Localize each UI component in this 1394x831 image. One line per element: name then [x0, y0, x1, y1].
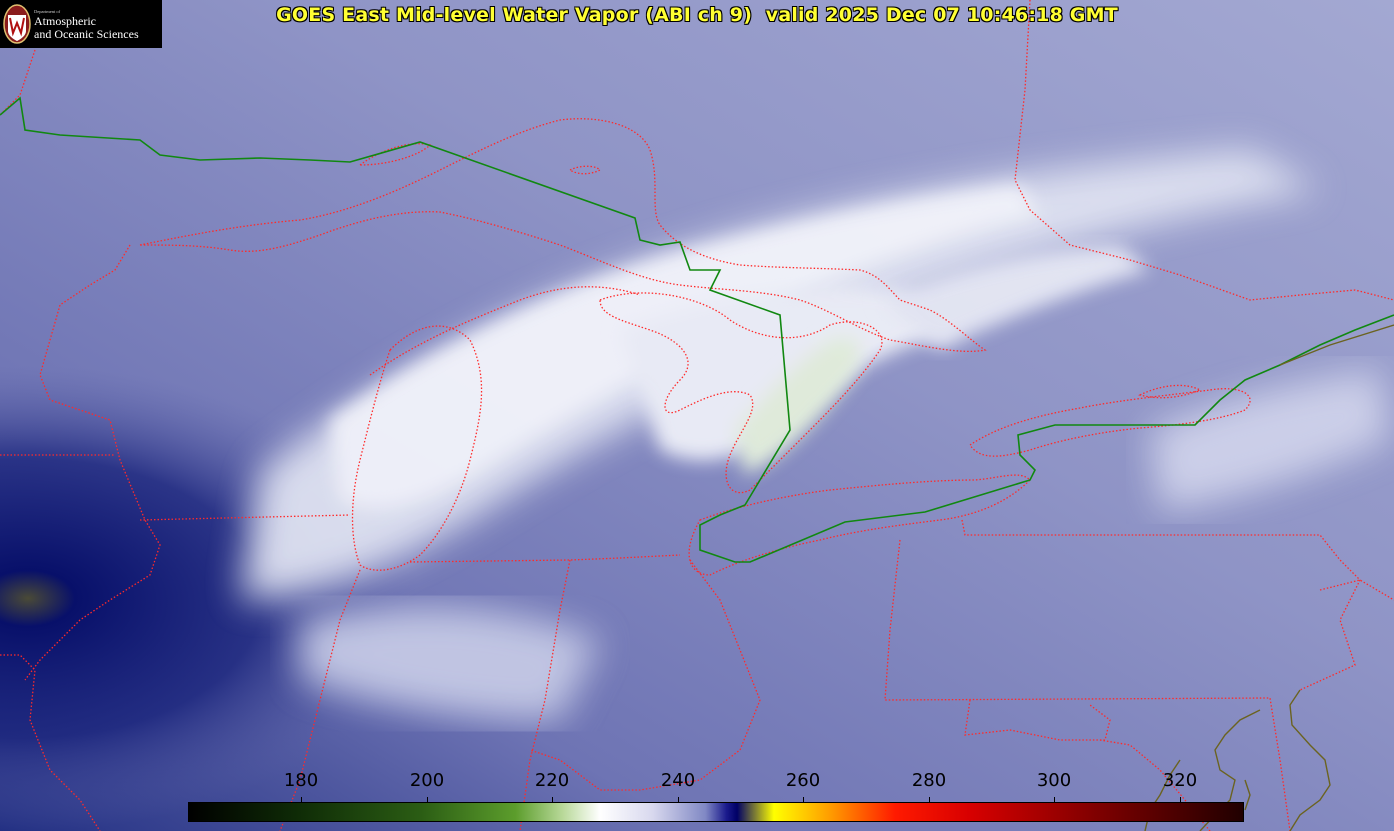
colorbar-tick-label: 280	[911, 770, 947, 791]
colorbar-tick-label: 260	[785, 770, 821, 791]
colorbar-tick-mark	[427, 797, 428, 803]
colorbar-tick-mark	[929, 797, 930, 803]
temperature-colorbar	[188, 802, 1244, 822]
colorbar-tick-label: 180	[283, 770, 319, 791]
colorbar-tick-mark	[678, 797, 679, 803]
colorbar-tick-mark	[1054, 797, 1055, 803]
colorbar-tick-mark	[552, 797, 553, 803]
colorbar-tick-label: 200	[409, 770, 445, 791]
colorbar-tick-label: 220	[534, 770, 570, 791]
colorbar-tick-label: 300	[1036, 770, 1072, 791]
water-vapor-map	[0, 0, 1394, 831]
logo-line-2: and Oceanic Sciences	[34, 27, 139, 41]
colorbar-tick-mark	[803, 797, 804, 803]
colorbar-tick-mark	[1180, 797, 1181, 803]
image-title: GOES East Mid-level Water Vapor (ABI ch …	[276, 4, 1118, 26]
colorbar-tick-label: 240	[660, 770, 696, 791]
colorbar-tick-mark	[301, 797, 302, 803]
colorbar-tick-label: 320	[1162, 770, 1198, 791]
